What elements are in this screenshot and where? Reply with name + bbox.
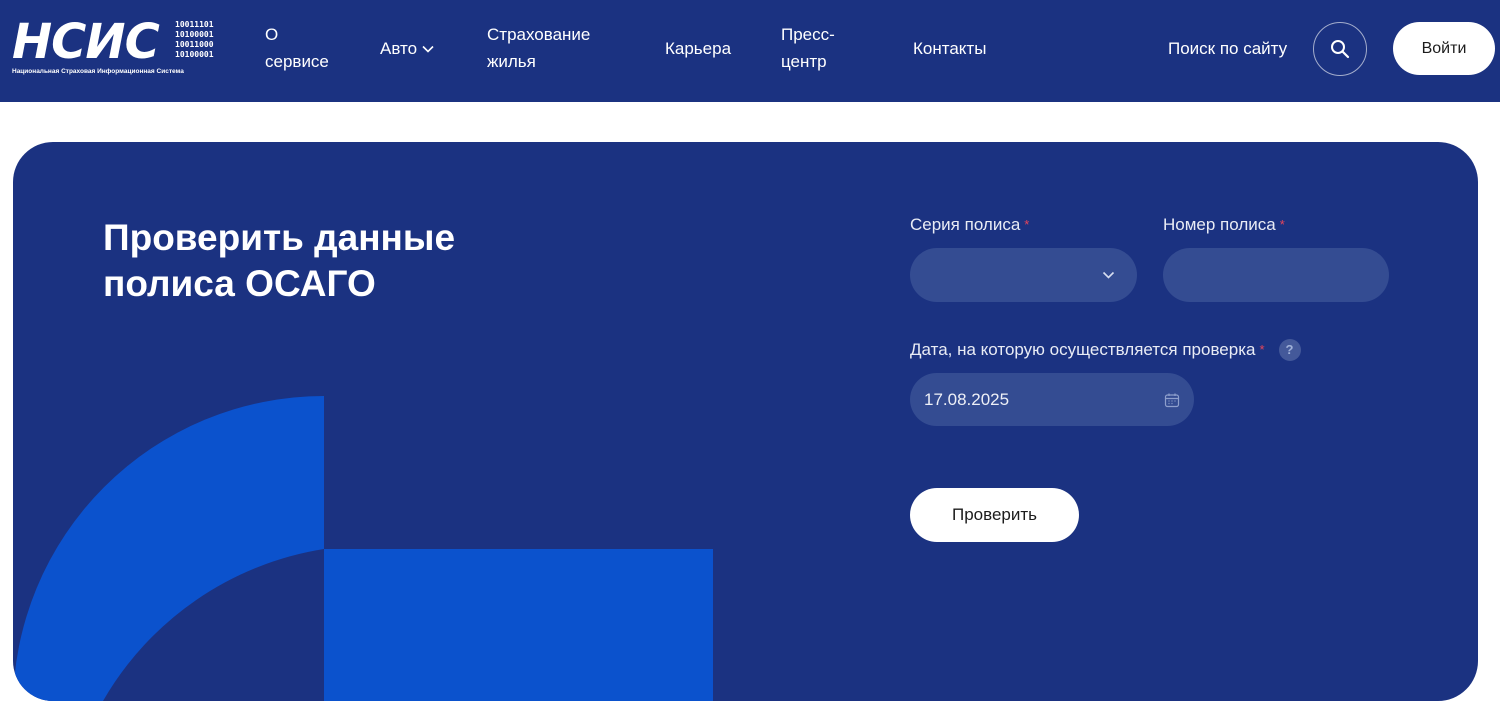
nav-press[interactable]: Пресс-центр [781,21,851,75]
required-mark: * [1259,342,1265,357]
logo-binary-row: 10011101 [175,20,214,29]
nsis-logo[interactable]: НСИС 10011101 10100001 10011000 10100001… [12,18,224,78]
search-label[interactable]: Поиск по сайту [1168,35,1287,62]
site-header: НСИС 10011101 10100001 10011000 10100001… [0,0,1500,102]
number-label-text: Номер полиса [1163,215,1276,234]
nav-auto-label: Авто [380,39,418,58]
logo-binary-row: 10100001 [175,50,214,59]
series-label-text: Серия полиса [910,215,1021,234]
nav-home-insurance[interactable]: Страхование жилья [487,21,617,75]
nav-auto[interactable]: Авто [380,35,434,62]
check-date-field[interactable]: 17.08.2025 [910,373,1194,426]
date-label-text: Дата, на которую осуществляется проверка [910,340,1256,359]
decor-quarter-circle [13,396,324,701]
nav-about[interactable]: О сервисе [265,21,345,75]
policy-series-select[interactable] [910,248,1137,302]
chevron-down-icon [422,45,434,53]
search-icon [1331,40,1350,59]
login-button[interactable]: Войти [1393,22,1495,75]
series-label: Серия полиса * [910,214,1029,236]
required-mark: * [1024,217,1030,232]
required-mark: * [1279,217,1285,232]
logo-binary: 10011101 10100001 10011000 10100001 [175,20,214,60]
logo-binary-row: 10011000 [175,40,214,49]
check-button[interactable]: Проверить [910,488,1079,542]
decor-inner-arc [103,549,324,701]
policy-check-card: Проверить данные полиса ОСАГО Серия поли… [13,142,1478,701]
calendar-icon [1164,393,1180,407]
nav-contacts[interactable]: Контакты [913,35,986,62]
nav-career[interactable]: Карьера [665,35,731,62]
policy-number-input[interactable] [1163,248,1389,302]
help-icon[interactable]: ? [1278,339,1301,361]
decor-rect [324,549,713,701]
logo-wordmark: НСИС [12,14,160,70]
search-button[interactable] [1313,22,1367,76]
logo-subtitle: Национальная Страховая Информационная Си… [12,68,184,75]
logo-binary-row: 10100001 [175,30,214,39]
chevron-down-icon [1102,271,1115,279]
page-title: Проверить данные полиса ОСАГО [103,217,456,304]
date-label: Дата, на которую осуществляется проверка… [910,339,1301,361]
number-label: Номер полиса * [1163,214,1285,236]
date-value: 17.08.2025 [924,389,1010,409]
